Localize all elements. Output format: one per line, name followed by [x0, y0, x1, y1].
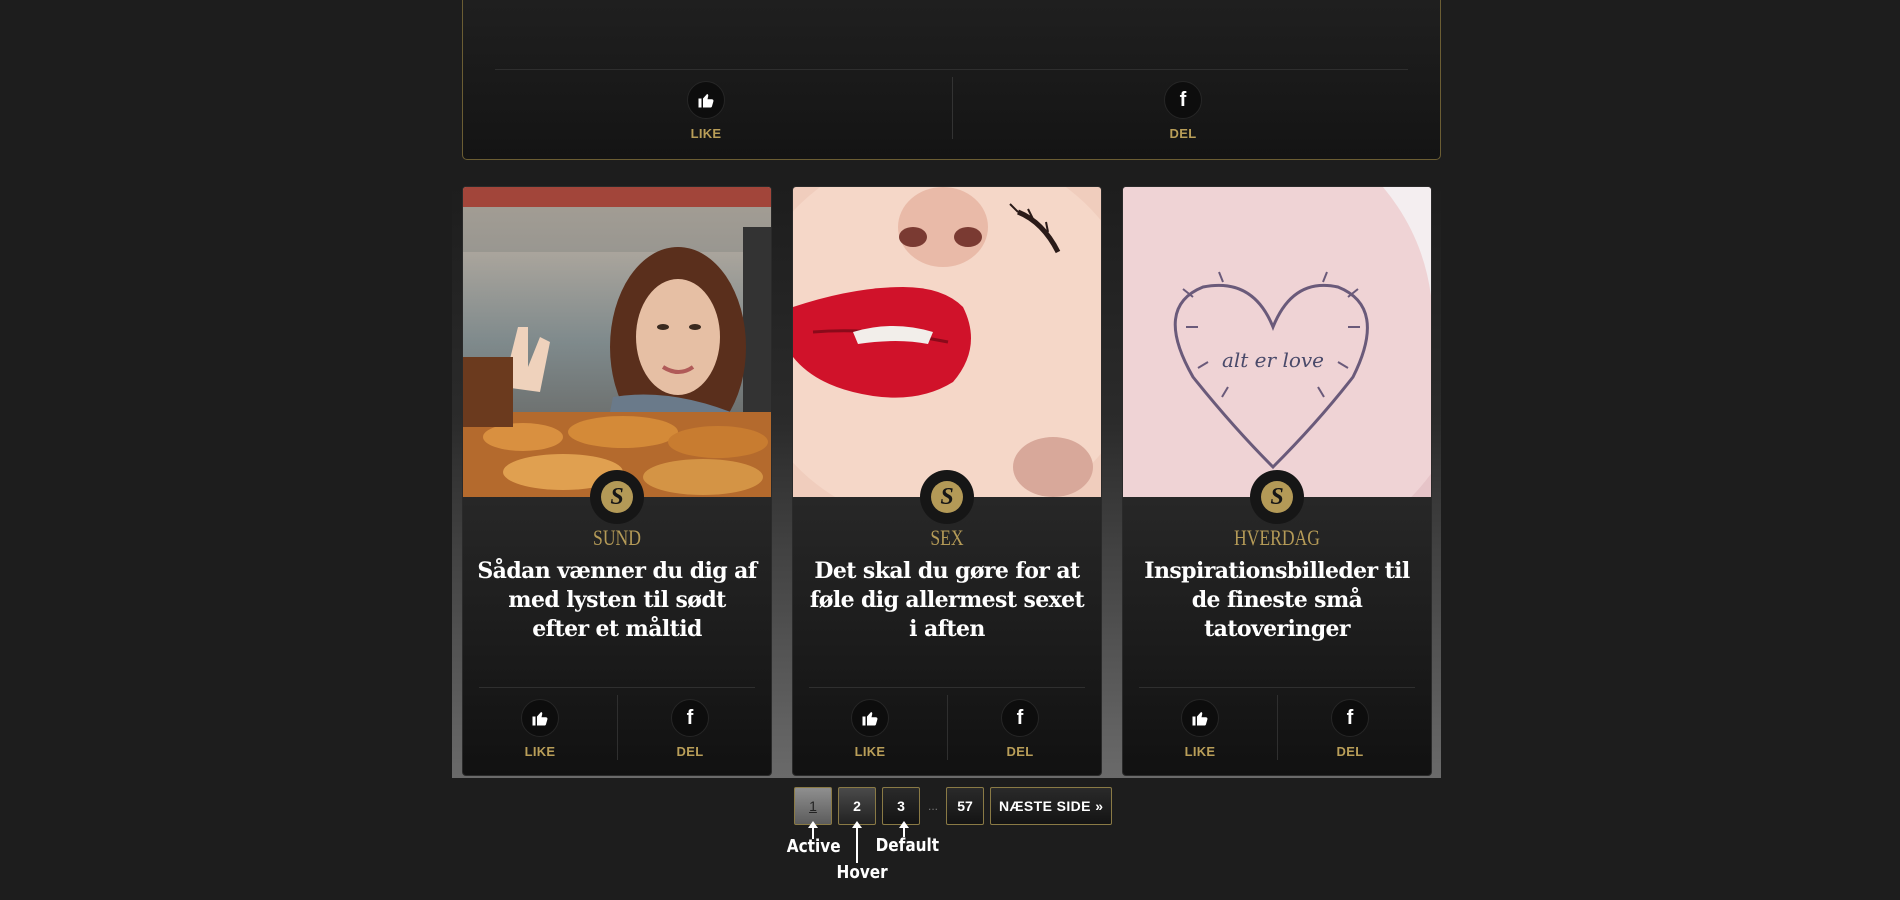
- page-2-button[interactable]: 2: [838, 787, 876, 825]
- action-separator: [952, 77, 953, 139]
- share-label: DEL: [1336, 744, 1364, 759]
- action-separator: [617, 695, 618, 760]
- brand-s-logo: S: [920, 470, 974, 524]
- pagination: 1 2 3 ... 57 NÆSTE SIDE »: [794, 787, 1118, 825]
- annotation-default: Default: [875, 835, 940, 856]
- pagination-ellipsis: ...: [928, 799, 939, 813]
- share-button[interactable]: f DEL: [671, 699, 709, 759]
- like-button[interactable]: LIKE: [1181, 699, 1219, 759]
- like-button[interactable]: LIKE: [687, 81, 725, 141]
- facebook-icon: f: [1331, 699, 1369, 737]
- article-title[interactable]: Inspirationsbilleder til de fineste små …: [1137, 557, 1417, 644]
- thumbs-up-icon: [851, 699, 889, 737]
- like-label: LIKE: [854, 744, 886, 759]
- facebook-icon: f: [671, 699, 709, 737]
- share-label: DEL: [1169, 126, 1197, 141]
- article-card[interactable]: alt er love S HVERDAG Inspirationsbilled…: [1122, 186, 1432, 776]
- hover-arrow: [852, 821, 862, 863]
- annotation-hover: Hover: [836, 862, 888, 883]
- annotation-active: Active: [786, 836, 841, 857]
- page-last-button[interactable]: 57: [946, 787, 985, 825]
- card-divider: [809, 687, 1085, 688]
- facebook-icon: f: [1164, 81, 1202, 119]
- top-article-card: LIKE f DEL: [462, 0, 1441, 160]
- category-label[interactable]: SUND: [494, 525, 740, 551]
- like-button[interactable]: LIKE: [851, 699, 889, 759]
- page-1-button[interactable]: 1: [794, 787, 832, 825]
- share-label: DEL: [676, 744, 704, 759]
- action-separator: [1277, 695, 1278, 760]
- card-divider: [495, 69, 1408, 70]
- like-label: LIKE: [1184, 744, 1216, 759]
- share-button[interactable]: f DEL: [1331, 699, 1369, 759]
- card-divider: [1139, 687, 1415, 688]
- category-label[interactable]: HVERDAG: [1154, 525, 1400, 551]
- like-label: LIKE: [524, 744, 556, 759]
- like-button[interactable]: LIKE: [521, 699, 559, 759]
- article-image-tattoo[interactable]: alt er love: [1123, 187, 1431, 497]
- article-title[interactable]: Sådan vænner du dig af med lysten til sø…: [477, 557, 757, 644]
- article-title[interactable]: Det skal du gøre for at føle dig allerme…: [807, 557, 1087, 644]
- thumbs-up-icon: [521, 699, 559, 737]
- share-label: DEL: [1006, 744, 1034, 759]
- tattoo-text: alt er love: [1222, 348, 1324, 372]
- article-image-lips[interactable]: [793, 187, 1101, 497]
- article-card[interactable]: S SEX Det skal du gøre for at føle dig a…: [792, 186, 1102, 776]
- like-label: LIKE: [690, 126, 722, 141]
- article-image-bakery[interactable]: [463, 187, 771, 497]
- action-separator: [947, 695, 948, 760]
- brand-s-logo: S: [1250, 470, 1304, 524]
- article-card[interactable]: S SUND Sådan vænner du dig af med lysten…: [462, 186, 772, 776]
- share-button[interactable]: f DEL: [1001, 699, 1039, 759]
- thumbs-up-icon: [687, 81, 725, 119]
- share-button[interactable]: f DEL: [1164, 81, 1202, 141]
- category-label[interactable]: SEX: [824, 525, 1070, 551]
- facebook-icon: f: [1001, 699, 1039, 737]
- next-page-button[interactable]: NÆSTE SIDE »: [990, 787, 1113, 825]
- thumbs-up-icon: [1181, 699, 1219, 737]
- brand-s-logo: S: [590, 470, 644, 524]
- page-3-button[interactable]: 3: [882, 787, 920, 825]
- card-divider: [479, 687, 755, 688]
